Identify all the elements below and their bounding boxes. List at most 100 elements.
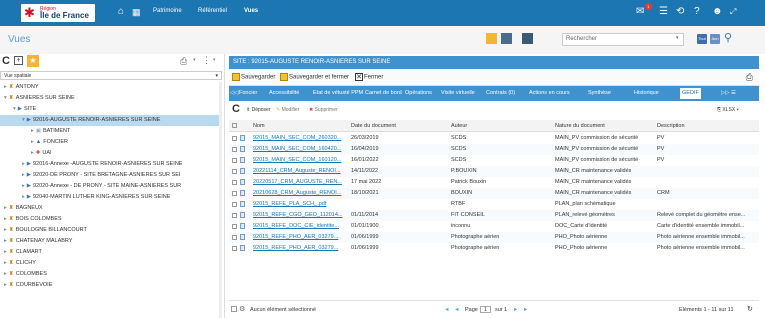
document-link[interactable]: 92015_REFE_PHO_AER_03279...	[253, 243, 347, 254]
tab-gedif[interactable]: GEDIF	[680, 88, 701, 99]
column-header[interactable]: Date du document	[351, 120, 396, 132]
chevron-right-icon[interactable]: ▸	[4, 238, 7, 244]
tab-operations[interactable]: Opérations	[405, 86, 432, 101]
chevron-right-icon[interactable]: ▸	[4, 205, 7, 211]
map-view-icon[interactable]	[486, 33, 497, 44]
table-row[interactable]: 92015_MAIN_SEC_COM_160120... 16/01/2022 SC…	[229, 155, 759, 166]
prev-page-icon[interactable]: ◄	[454, 307, 459, 313]
table-row[interactable]: 92015_MAIN_SEC_COM_160420... 16/04/2019 SC…	[229, 144, 759, 155]
tree-item[interactable]: ▸ ♜ CLAMART	[0, 247, 222, 258]
chevron-right-icon[interactable]: ▸	[4, 249, 7, 255]
export-button[interactable]: ⎘ XLSX ▾	[717, 107, 739, 113]
home-icon[interactable]: ⌂	[118, 6, 124, 18]
mail-icon[interactable]: ✉	[636, 6, 644, 18]
history-icon[interactable]: ⟲	[676, 6, 684, 18]
row-checkbox[interactable]	[232, 202, 237, 207]
region-logo[interactable]: ✱ Région Île de France	[21, 4, 95, 22]
tree-item[interactable]: ▸ ▲ FONCIER	[0, 137, 222, 148]
nav-vues[interactable]: Vues	[244, 8, 258, 14]
tree-item[interactable]: ▸ ♜ CHATENAY MALABRY	[0, 236, 222, 247]
row-checkbox[interactable]	[232, 213, 237, 218]
chevron-right-icon[interactable]: ▸	[4, 282, 7, 288]
table-row[interactable]: 92015_REFE_PHO_AER_03279... 01/06/1999 Pho…	[229, 243, 759, 254]
tab-carnet[interactable]: Carnet de bord	[365, 86, 402, 101]
favorite-icon[interactable]: ★	[27, 55, 39, 67]
tree-item[interactable]: ▸ ▶ 92016-Annexe -AUGUSTE RENOIR-ASNIERES …	[0, 159, 222, 170]
chevron-right-icon[interactable]: ▸	[22, 194, 25, 200]
table-view-icon[interactable]	[501, 33, 512, 44]
close-button[interactable]: ✕ Fermer	[355, 73, 383, 81]
search-field-button[interactable]: Tout	[697, 34, 707, 44]
row-checkbox[interactable]	[232, 180, 237, 185]
chevron-down-icon[interactable]: ▾	[22, 117, 25, 123]
column-header[interactable]: Nom	[253, 120, 265, 132]
first-page-icon[interactable]: ◄	[444, 307, 449, 313]
chevron-right-icon[interactable]: ▸	[22, 183, 25, 189]
apps-grid-icon[interactable]: ▦	[132, 6, 141, 18]
more-dropdown-icon[interactable]: ▾	[213, 57, 216, 63]
search-input[interactable]: Rechercher	[562, 33, 684, 46]
document-link[interactable]: 92015_MAIN_SEC_COM_160120...	[253, 155, 347, 166]
row-checkbox[interactable]	[232, 235, 237, 240]
table-row[interactable]: 92015_MAIN_SEC_COM_260320... 26/03/2019 SC…	[229, 133, 759, 144]
search-icon[interactable]: ⚲	[724, 31, 732, 44]
tree-item[interactable]: ▾ ▶ SITE	[0, 104, 222, 115]
tree-item[interactable]: ▾ ♜ ASNIERES SUR SEINE	[0, 93, 222, 104]
tree-item[interactable]: ▸ ♜ ANTONY	[0, 82, 222, 93]
tab-scroll-right-icon[interactable]: ▷▷ ☰	[721, 86, 736, 101]
tab-scroll-left-icon[interactable]: ◁◁	[230, 86, 238, 101]
table-row[interactable]: 92015_REFE_PHO_AER_03279... 01/06/1999 Pho…	[229, 232, 759, 243]
tree-item[interactable]: ▸ ♜ COURBEVOIE	[0, 280, 222, 291]
document-link[interactable]: 92015_REFE_DOC_CIE_identite...	[253, 221, 347, 232]
chevron-right-icon[interactable]: ▸	[22, 172, 25, 178]
deposer-button[interactable]: ⬆ Déposer	[246, 107, 271, 113]
supprimer-button[interactable]: ✖ Supprimer	[309, 107, 338, 113]
table-row[interactable]: 92015_REFE_CGO_GEO_112014... 01/11/2014 FI…	[229, 210, 759, 221]
column-header[interactable]: Auteur	[451, 120, 467, 132]
row-checkbox[interactable]	[232, 246, 237, 251]
row-checkbox[interactable]	[232, 147, 237, 152]
document-link[interactable]: 20210628_CRM_Auguste_RENOI...	[253, 188, 347, 199]
document-link[interactable]: 92015_MAIN_SEC_COM_160420...	[253, 144, 347, 155]
more-icon[interactable]: ⋮	[202, 55, 211, 66]
tree-item[interactable]: ▸ ▶ 92040-MARTIN LUTHER KING-ASNIERES SUR …	[0, 192, 222, 203]
chevron-right-icon[interactable]: ▸	[31, 139, 34, 145]
search-dropdown-icon[interactable]: ▾	[676, 35, 679, 41]
document-link[interactable]: 92015_REFE_PHO_AER_03279...	[253, 232, 347, 243]
tab-actions[interactable]: Actions en cours	[529, 86, 570, 101]
add-icon[interactable]: +	[14, 56, 23, 65]
document-link[interactable]: 92015_REFE_PLA_SCH_.pdf	[253, 199, 347, 210]
tab-synthese[interactable]: Synthèse	[588, 86, 611, 101]
document-link[interactable]: 92015_MAIN_SEC_COM_260320...	[253, 133, 347, 144]
save-close-button[interactable]: Sauvegarder et fermer	[280, 73, 349, 81]
user-icon[interactable]: ☻	[712, 6, 723, 18]
help-icon[interactable]: ?	[694, 6, 700, 18]
row-checkbox[interactable]	[232, 158, 237, 163]
nav-patrimoine[interactable]: Patrimoine	[153, 8, 182, 14]
chevron-right-icon[interactable]: ▸	[31, 150, 34, 156]
tab-contrats[interactable]: Contrats (0)	[486, 86, 515, 101]
tree-item[interactable]: ▸ ♜ COLOMBES	[0, 269, 222, 280]
row-checkbox[interactable]	[232, 136, 237, 141]
chevron-right-icon[interactable]: ▸	[4, 271, 7, 277]
row-checkbox[interactable]	[232, 224, 237, 229]
tree-item[interactable]: ▸ ♜ BOIS COLOMBES	[0, 214, 222, 225]
chart-view-icon[interactable]	[522, 33, 533, 44]
last-page-icon[interactable]: ►	[523, 307, 528, 313]
header-checkbox[interactable]	[232, 123, 237, 128]
nav-referentiel[interactable]: Référentiel	[198, 8, 227, 14]
column-header[interactable]: Nature du document	[555, 120, 605, 132]
table-row[interactable]: 20221114_CRM_Auguste_RENOI... 14/11/2022 P…	[229, 166, 759, 177]
refresh-icon[interactable]: C	[232, 103, 240, 115]
tab-accessibilite[interactable]: Accessibilité	[269, 86, 299, 101]
tree-item[interactable]: ▸ ▶ 92020-Annexe - DE PRONY - SITE MAINE-A…	[0, 181, 222, 192]
view-select[interactable]: Vue spatiale ▾	[0, 71, 222, 80]
row-checkbox[interactable]	[232, 169, 237, 174]
save-button[interactable]: Sauvegarder	[232, 73, 275, 81]
chevron-right-icon[interactable]: ▸	[4, 227, 7, 233]
print-icon[interactable]: ⎙	[180, 56, 187, 67]
select-all-checkbox[interactable]	[231, 306, 237, 312]
list-icon[interactable]: ☰	[659, 6, 668, 18]
tree-item[interactable]: ▸ ♜ BOULOGNE BILLANCOURT	[0, 225, 222, 236]
expand-icon[interactable]: ⤢	[730, 6, 736, 18]
